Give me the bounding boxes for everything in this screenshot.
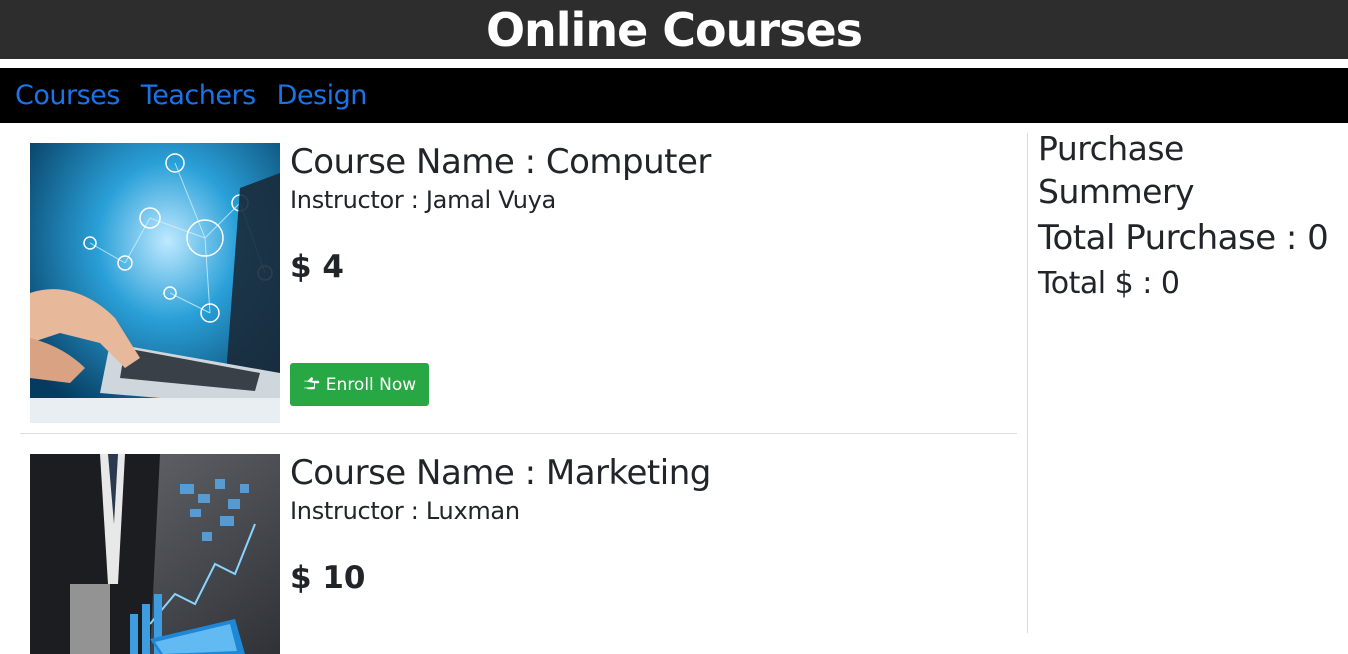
enroll-now-button[interactable]: Enroll Now	[290, 363, 429, 406]
course-price: $ 10	[290, 560, 366, 597]
nav-link-design[interactable]: Design	[277, 80, 368, 111]
column-divider	[1027, 133, 1028, 633]
course-card: Course Name : Computer Instructor : Jama…	[20, 133, 1017, 434]
course-info: Course Name : Marketing Instructor : Lux…	[290, 453, 711, 597]
course-name: Course Name : Marketing	[290, 453, 711, 493]
nav-link-courses[interactable]: Courses	[15, 80, 120, 111]
summary-heading: Purchase Summery	[1038, 129, 1195, 211]
enroll-now-label: Enroll Now	[325, 374, 417, 395]
course-price: $ 4	[290, 249, 344, 286]
course-card: Course Name : Marketing Instructor : Lux…	[20, 444, 1017, 654]
hand-pointing-right-icon	[303, 375, 320, 395]
course-name: Course Name : Computer	[290, 142, 711, 182]
course-image	[30, 454, 280, 654]
course-instructor: Instructor : Jamal Vuya	[290, 186, 556, 215]
main-nav: Courses Teachers Design	[0, 68, 1348, 123]
site-title: Online Courses	[485, 2, 863, 57]
course-info: Course Name : Computer Instructor : Jama…	[290, 142, 711, 286]
nav-link-teachers[interactable]: Teachers	[141, 80, 256, 111]
course-image	[30, 143, 280, 423]
course-instructor: Instructor : Luxman	[290, 497, 520, 526]
site-header: Online Courses	[0, 0, 1348, 59]
total-amount: Total $ : 0	[1038, 265, 1180, 301]
purchase-summary: Purchase Summery Total Purchase : 0 Tota…	[1038, 128, 1338, 301]
total-purchase: Total Purchase : 0	[1038, 217, 1329, 258]
